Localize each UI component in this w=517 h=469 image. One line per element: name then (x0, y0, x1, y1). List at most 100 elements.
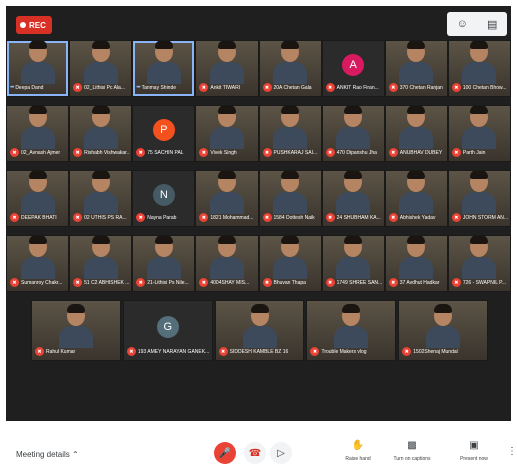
participant-name: 193 AMEY NARAYAN GANEK... (137, 348, 210, 355)
raise-hand-button[interactable]: ✋ Raise hand (338, 440, 378, 462)
participant-video (336, 106, 371, 149)
participant-tile[interactable]: ✖ 1821 Mohammad... (195, 170, 259, 227)
participant-tile[interactable]: ✖ Ankit TIWARI (195, 40, 259, 97)
participant-tile[interactable]: ✖ DEEPAK BHATI (6, 170, 70, 227)
camera-toggle-button[interactable]: ▷ (270, 442, 292, 464)
participant-name: 726 - SWAPNIL P... (462, 279, 507, 286)
participant-label: ✖ 100 Chetan Bhow... (451, 82, 508, 93)
more-options-icon[interactable]: ⋮ (507, 446, 517, 457)
participant-tile[interactable]: P ✖ 75 SACHIN PAL (132, 105, 196, 162)
participant-tile[interactable]: ✖ Bhuvan Thapa (258, 235, 322, 292)
speaking-indicator-icon: ••• (136, 84, 140, 91)
mic-muted-icon: ✖ (262, 213, 272, 222)
microphone-off-button[interactable]: 🎤 (214, 442, 236, 464)
participant-video (273, 236, 308, 279)
participant-tile[interactable]: ✖ Sumanroy Chakr... (6, 235, 70, 292)
participant-video (336, 171, 371, 214)
participants-grid: REC ☺ ▤ ••• Deepa Dand ✖ 02_Lithisi Pc Ala.… (6, 6, 511, 421)
participant-video (462, 236, 497, 279)
participant-label: ✖ 21-Lithisi Ps Nile... (136, 277, 192, 288)
participant-name: 1821 Mohammad... (210, 214, 254, 221)
participant-tile[interactable]: ✖ 370 Chetan Ranjan (384, 40, 448, 97)
participant-tile[interactable]: ✖ 1584 Dottesh Naik (258, 170, 322, 227)
participant-video (83, 41, 118, 84)
participant-video (273, 41, 308, 84)
participant-name: 21-Lithisi Ps Nile... (147, 279, 189, 286)
participant-tile[interactable]: G ✖ 193 AMEY NARAYAN GANEK... (122, 300, 213, 361)
mic-muted-icon: ✖ (136, 213, 146, 222)
participant-label: ✖ Rahul Kumar (35, 346, 118, 357)
participant-tile[interactable]: ✖ 1502Shenaj Mundal (398, 300, 489, 361)
mic-muted-icon: ✖ (325, 83, 335, 92)
present-icon: ▣ (469, 440, 479, 451)
participant-tile[interactable]: ✖ Parth Jain (447, 105, 511, 162)
mic-muted-icon: ✖ (35, 347, 44, 356)
participant-name: 470 Dipanshu Jha (336, 149, 377, 156)
participant-tile[interactable]: ✖ Vivek Singh (195, 105, 259, 162)
participant-label: ✖ 24 SHUBHAM KA... (325, 212, 382, 223)
participant-tile[interactable]: ✖ JOHN STORM AN... (447, 170, 511, 227)
participant-tile[interactable]: ✖ 37 Avdhut Hadkar (384, 235, 448, 292)
captions-icon: ▩ (407, 440, 417, 451)
participant-tile[interactable]: ✖ 726 - SWAPNIL P... (447, 235, 511, 292)
participant-tile[interactable]: ✖ 100 Chetan Bhow... (447, 40, 511, 97)
participant-tile[interactable]: ✖ 4004SHAY MIS... (195, 235, 259, 292)
participant-name: 02 UTHIS PS RA... (84, 214, 127, 221)
participant-tile[interactable]: ✖ Rahul Kumar (31, 300, 121, 361)
mic-muted-icon: ✖ (262, 148, 272, 157)
present-now-button[interactable]: ▣ Present now (454, 440, 494, 462)
participant-name: DEEPAK BHATI (21, 214, 57, 221)
participant-tile[interactable]: ✖ 02_Lithisi Pc Ala... (69, 40, 133, 97)
participant-label: ✖ Sumanroy Chakr... (10, 277, 66, 288)
participant-tile[interactable]: ✖ Rishabh Vishwakar... (69, 105, 133, 162)
people-icon[interactable]: ☺ (457, 18, 468, 30)
mic-muted-icon: ✖ (451, 278, 461, 287)
participant-tile[interactable]: ✖ 02 UTHIS PS RA... (69, 170, 133, 227)
participant-tile[interactable]: A ✖ ANKIT Rao Firan... (321, 40, 385, 97)
participant-tile[interactable]: ✖ Trouble Makers vlog (306, 300, 397, 361)
participant-name: 1584 Dottesh Naik (273, 214, 315, 221)
participant-tile[interactable]: ✖ 02_Avnash Ajmer (6, 105, 70, 162)
hang-up-button[interactable]: ☎ (244, 442, 266, 464)
participant-video (209, 171, 244, 214)
speaking-indicator-icon: ••• (10, 84, 14, 91)
mic-muted-icon: ✖ (199, 148, 209, 157)
mic-muted-icon: ✖ (136, 148, 146, 157)
participant-video (426, 304, 461, 348)
participant-name: 24 SHUBHAM KA... (336, 214, 381, 221)
participant-tile[interactable]: N ✖ Nayna Parab (132, 170, 196, 227)
participant-name: Ankit TIWARI (210, 84, 241, 91)
participant-name: 100 Chetan Bhow... (462, 84, 507, 91)
participant-video (462, 171, 497, 214)
participant-tile[interactable]: ✖ 21-Lithisi Ps Nile... (132, 235, 196, 292)
participant-video (20, 236, 55, 279)
camera-icon: ▷ (277, 447, 285, 459)
participant-name: 51 C2 ABHISHEK ... (84, 279, 130, 286)
mic-muted-icon: ✖ (451, 148, 461, 157)
participant-avatar: A (342, 54, 365, 77)
participant-tile[interactable]: ••• Tanmay Shinde (132, 40, 196, 97)
mic-muted-icon: ✖ (402, 347, 412, 356)
participant-tile[interactable]: ✖ ANUBHAV DUBEY (384, 105, 448, 162)
participant-video (83, 171, 118, 214)
mic-muted-icon: ✖ (218, 347, 228, 356)
participant-tile[interactable]: ✖ SIDDESH KAMBLE BZ 16 (214, 300, 305, 361)
participant-tile[interactable]: ✖ 470 Dipanshu Jha (321, 105, 385, 162)
mic-muted-icon: ✖ (136, 278, 146, 287)
participant-video (334, 304, 369, 348)
participant-video (336, 236, 371, 279)
participant-tile[interactable]: ✖ PUSHKARAJ SAI... (258, 105, 322, 162)
participant-tile[interactable]: ✖ 24 SHUBHAM KA... (321, 170, 385, 227)
captions-button[interactable]: ▩ Turn on captions (392, 440, 432, 462)
participant-tile[interactable]: ✖ Abhishek Yadav (384, 170, 448, 227)
participant-avatar: P (152, 119, 175, 142)
participant-tile[interactable]: ✖ 51 C2 ABHISHEK ... (69, 235, 133, 292)
chat-icon[interactable]: ▤ (487, 18, 497, 31)
participant-tile[interactable]: ✖ 1749 SHREE SAN... (321, 235, 385, 292)
participant-tile[interactable]: ✖ 20A Chetan Gala (258, 40, 322, 97)
participant-tile[interactable]: ••• Deepa Dand (6, 40, 70, 97)
participant-label: ••• Deepa Dand (10, 82, 66, 93)
participant-label: ✖ 37 Avdhut Hadkar (388, 277, 445, 288)
meeting-details-button[interactable]: Meeting details ⌃ (16, 450, 79, 459)
participant-name: 37 Avdhut Hadkar (399, 279, 440, 286)
